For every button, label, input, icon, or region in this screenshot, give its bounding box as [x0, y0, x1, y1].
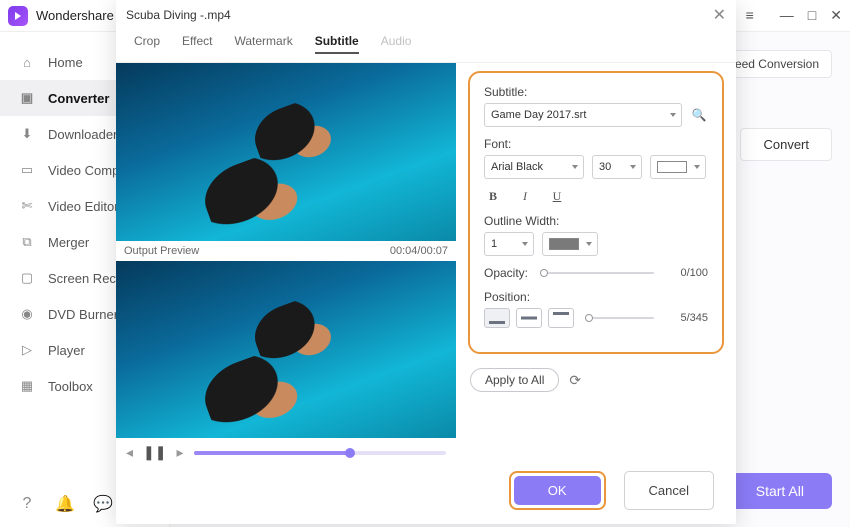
font-size-select[interactable]: 30 — [592, 155, 642, 179]
tab-audio[interactable]: Audio — [381, 34, 412, 54]
bell-icon[interactable]: 🔔 — [56, 495, 74, 513]
sidebar-item-label: Video Editor — [48, 199, 119, 214]
subtitle-settings-panel: Subtitle: Game Day 2017.srt 🔍 Font: Aria… — [468, 71, 724, 354]
sidebar-item-label: Home — [48, 55, 83, 70]
position-label: Position: — [484, 290, 708, 304]
toolbox-icon: ▦ — [18, 377, 36, 395]
tab-watermark[interactable]: Watermark — [234, 34, 292, 54]
playback-slider[interactable] — [194, 451, 446, 455]
compress-icon: ▭ — [18, 161, 36, 179]
close-window-icon[interactable]: ✕ — [830, 7, 842, 24]
position-bottom-button[interactable] — [484, 308, 510, 328]
cancel-button[interactable]: Cancel — [624, 471, 714, 510]
opacity-slider[interactable] — [542, 272, 654, 274]
sidebar-item-label: Converter — [48, 91, 109, 106]
search-subtitle-icon[interactable]: 🔍 — [690, 106, 708, 124]
app-logo-icon — [8, 6, 28, 26]
player-icon: ▷ — [18, 341, 36, 359]
start-all-button[interactable]: Start All — [728, 473, 832, 509]
tab-subtitle[interactable]: Subtitle — [315, 34, 359, 54]
playback-controls: ◂ ❚❚ ▸ — [116, 438, 456, 461]
sidebar-item-label: Downloader — [48, 127, 117, 142]
tab-effect[interactable]: Effect — [182, 34, 212, 54]
output-preview — [116, 261, 456, 439]
chat-icon[interactable]: 💬 — [94, 495, 112, 513]
position-value: 5/345 — [668, 312, 708, 324]
maximize-icon[interactable]: □ — [808, 7, 816, 24]
sidebar-item-label: Merger — [48, 235, 89, 250]
opacity-label: Opacity: — [484, 266, 528, 280]
source-preview — [116, 63, 456, 241]
recorder-icon: ▢ — [18, 269, 36, 287]
apply-to-all-button[interactable]: Apply to All — [470, 368, 559, 392]
next-frame-icon[interactable]: ▸ — [177, 444, 184, 461]
close-icon[interactable]: ✕ — [713, 5, 726, 25]
bold-button[interactable]: B — [484, 189, 502, 204]
hamburger-icon[interactable]: ≡ — [746, 7, 754, 24]
downloader-icon: ⬇ — [18, 125, 36, 143]
output-preview-label: Output Preview — [124, 245, 199, 257]
merger-icon: ⧉ — [18, 233, 36, 251]
pause-icon[interactable]: ❚❚ — [143, 444, 166, 461]
dvd-icon: ◉ — [18, 305, 36, 323]
outline-color-swatch — [549, 238, 579, 250]
font-name-select[interactable]: Arial Black — [484, 155, 584, 179]
font-label: Font: — [484, 137, 708, 151]
converter-icon: ▣ — [18, 89, 36, 107]
sidebar-item-label: DVD Burner — [48, 307, 118, 322]
editor-icon: ✄ — [18, 197, 36, 215]
subtitle-file-select[interactable]: Game Day 2017.srt — [484, 103, 682, 127]
position-top-button[interactable] — [548, 308, 574, 328]
prev-frame-icon[interactable]: ◂ — [126, 444, 133, 461]
reset-icon[interactable]: ⟳ — [569, 372, 581, 389]
modal-tabs: Crop Effect Watermark Subtitle Audio — [116, 30, 736, 63]
sidebar-item-label: Toolbox — [48, 379, 93, 394]
opacity-value: 0/100 — [668, 267, 708, 279]
outline-label: Outline Width: — [484, 214, 708, 228]
outline-width-select[interactable]: 1 — [484, 232, 534, 256]
minimize-icon[interactable]: — — [780, 7, 794, 24]
ok-highlight: OK — [509, 471, 606, 510]
sidebar-item-label: Player — [48, 343, 85, 358]
subtitle-label: Subtitle: — [484, 85, 708, 99]
preview-time: 00:04/00:07 — [390, 245, 448, 257]
ok-button[interactable]: OK — [514, 476, 601, 505]
settings-column: Subtitle: Game Day 2017.srt 🔍 Font: Aria… — [456, 63, 736, 461]
font-color-select[interactable] — [650, 155, 706, 179]
tab-crop[interactable]: Crop — [134, 34, 160, 54]
outline-color-select[interactable] — [542, 232, 598, 256]
preview-column: Output Preview 00:04/00:07 ◂ ❚❚ ▸ — [116, 63, 456, 461]
underline-button[interactable]: U — [548, 189, 566, 204]
help-icon[interactable]: ? — [18, 495, 36, 513]
italic-button[interactable]: I — [516, 189, 534, 204]
font-color-swatch — [657, 161, 687, 173]
convert-button[interactable]: Convert — [740, 128, 832, 161]
subtitle-editor-modal: Scuba Diving -.mp4 ✕ Crop Effect Waterma… — [116, 0, 736, 524]
home-icon: ⌂ — [18, 53, 36, 71]
modal-title: Scuba Diving -.mp4 — [126, 8, 713, 22]
position-slider[interactable] — [588, 317, 654, 319]
position-middle-button[interactable] — [516, 308, 542, 328]
